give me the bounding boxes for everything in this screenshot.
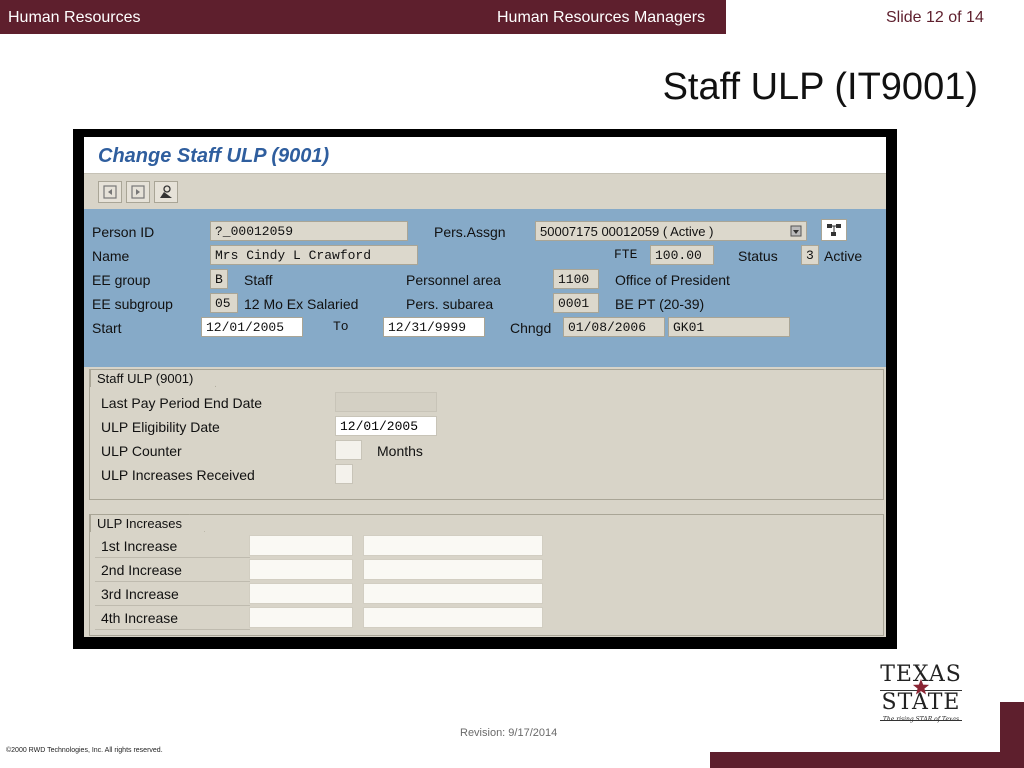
staff-ulp-group-title: Staff ULP (9001)	[90, 369, 217, 387]
footer-maroon-corner	[1000, 702, 1024, 768]
start-label: Start	[92, 320, 122, 336]
last-pay-period-field	[335, 392, 437, 412]
next-record-button[interactable]	[126, 181, 150, 203]
ee-group-text: Staff	[244, 272, 273, 288]
ee-group-label: EE group	[92, 272, 151, 288]
increase-row: 2nd Increase	[95, 559, 250, 582]
increase-row: 1st Increase	[95, 535, 250, 558]
increase-field-a[interactable]	[249, 535, 353, 556]
person-overview-icon	[160, 185, 172, 198]
pers-subarea-text: BE PT (20-39)	[615, 296, 705, 312]
org-structure-icon	[827, 224, 841, 236]
slide-title: Staff ULP (IT9001)	[662, 66, 978, 108]
ulp-increases-group: ULP Increases 1st Increase 2nd Increase …	[89, 514, 884, 636]
sap-toolbar	[84, 173, 886, 209]
pers-assgn-dropdown[interactable]	[787, 222, 805, 240]
increase-field-b[interactable]	[363, 607, 543, 628]
increase-field-a[interactable]	[249, 607, 353, 628]
chngd-label: Chngd	[510, 320, 552, 336]
sap-header-area: Person ID ?_00012059 Pers.Assgn 50007175…	[84, 209, 886, 367]
sap-title-bar: Change Staff ULP (9001)	[84, 137, 886, 173]
ulp-counter-field[interactable]	[335, 440, 362, 460]
fte-field: 100.00	[650, 245, 714, 265]
previous-record-icon	[103, 185, 117, 199]
ee-group-code-field: B	[210, 269, 228, 289]
status-label: Status	[738, 248, 778, 264]
person-id-field[interactable]: ?_00012059	[210, 221, 408, 241]
slide-number: Slide 12 of 14	[886, 9, 984, 26]
ee-subgroup-text: 12 Mo Ex Salaried	[244, 296, 359, 312]
star-icon	[912, 678, 930, 695]
ee-subgroup-code-field: 05	[210, 293, 238, 313]
increase-label: 2nd Increase	[101, 562, 182, 578]
ulp-increases-received-field[interactable]	[335, 464, 353, 484]
last-pay-period-label: Last Pay Period End Date	[101, 395, 263, 411]
footer-maroon-bar	[710, 752, 1024, 768]
pers-subarea-label: Pers. subarea	[406, 296, 494, 312]
copyright-notice: ©2000 RWD Technologies, Inc. All rights …	[6, 747, 163, 754]
increase-label: 4th Increase	[101, 610, 179, 626]
increase-label: 3rd Increase	[101, 586, 179, 602]
dropdown-list-icon	[790, 225, 802, 237]
header-left-title: Human Resources	[8, 9, 141, 26]
chngd-user-field: GK01	[668, 317, 790, 337]
increase-field-b[interactable]	[363, 535, 543, 556]
top-header-bar: Human Resources Human Resources Managers…	[0, 0, 1024, 34]
end-date-field[interactable]: 12/31/9999	[383, 317, 485, 337]
name-field: Mrs Cindy L Crawford	[210, 245, 418, 265]
fte-label: FTE	[614, 247, 638, 262]
ulp-eligibility-label: ULP Eligibility Date	[101, 419, 220, 435]
to-label: To	[333, 319, 349, 334]
pers-assgn-field[interactable]: 50007175 00012059 ( Active )	[535, 221, 807, 241]
sap-window-title: Change Staff ULP (9001)	[98, 145, 330, 167]
pers-assgn-label: Pers.Assgn	[434, 224, 506, 240]
pers-subarea-code-field: 0001	[553, 293, 599, 313]
status-code-field: 3	[801, 245, 819, 265]
increase-row: 4th Increase	[95, 607, 250, 630]
increase-label: 1st Increase	[101, 538, 178, 554]
personnel-area-text: Office of President	[615, 272, 730, 288]
ulp-counter-unit: Months	[377, 443, 423, 459]
sap-screenshot: Change Staff ULP (9001) Person ID ?_0001…	[73, 129, 897, 649]
ulp-eligibility-field[interactable]: 12/01/2005	[335, 416, 437, 436]
next-record-icon	[131, 185, 145, 199]
increase-field-b[interactable]	[363, 583, 543, 604]
org-structure-button[interactable]	[821, 219, 847, 241]
previous-record-button[interactable]	[98, 181, 122, 203]
ulp-increases-received-label: ULP Increases Received	[101, 467, 255, 483]
sap-body-area: Staff ULP (9001) Last Pay Period End Dat…	[84, 367, 886, 637]
person-overview-button[interactable]	[154, 181, 178, 203]
increase-field-b[interactable]	[363, 559, 543, 580]
status-text: Active	[824, 248, 863, 264]
personnel-area-code-field: 1100	[553, 269, 599, 289]
increase-field-a[interactable]	[249, 583, 353, 604]
logo-rule	[880, 720, 962, 721]
increase-field-a[interactable]	[249, 559, 353, 580]
start-date-field[interactable]: 12/01/2005	[201, 317, 303, 337]
person-id-label: Person ID	[92, 224, 155, 240]
name-label: Name	[92, 248, 130, 264]
increase-row: 3rd Increase	[95, 583, 250, 606]
personnel-area-label: Personnel area	[406, 272, 501, 288]
staff-ulp-group: Staff ULP (9001) Last Pay Period End Dat…	[89, 369, 884, 500]
ee-subgroup-label: EE subgroup	[92, 296, 173, 312]
ulp-counter-label: ULP Counter	[101, 443, 182, 459]
chngd-date-field: 01/08/2006	[563, 317, 665, 337]
revision-date: Revision: 9/17/2014	[460, 727, 558, 739]
texas-state-logo: TEXAS STATE The rising STAR of Texas	[874, 664, 968, 734]
header-center-title: Human Resources Managers	[497, 9, 706, 26]
ulp-increases-group-title: ULP Increases	[90, 514, 206, 532]
